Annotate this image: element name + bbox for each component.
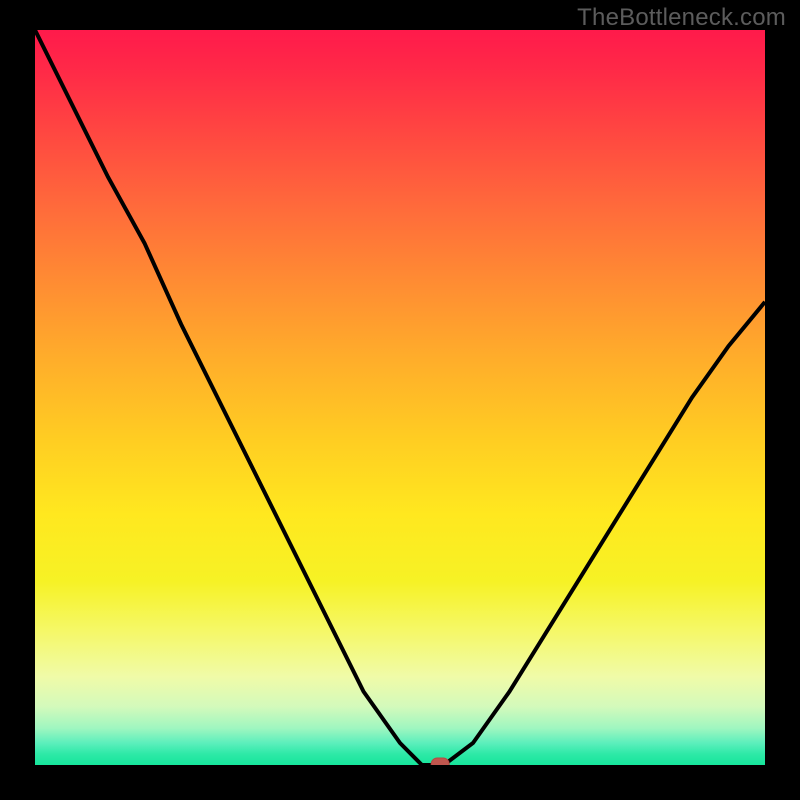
optimal-point-marker xyxy=(431,758,449,765)
plot-frame xyxy=(35,30,765,765)
watermark-text: TheBottleneck.com xyxy=(577,4,786,32)
bottleneck-curve-line xyxy=(35,30,765,765)
plot-svg xyxy=(35,30,765,765)
chart-container: TheBottleneck.com xyxy=(0,0,800,800)
